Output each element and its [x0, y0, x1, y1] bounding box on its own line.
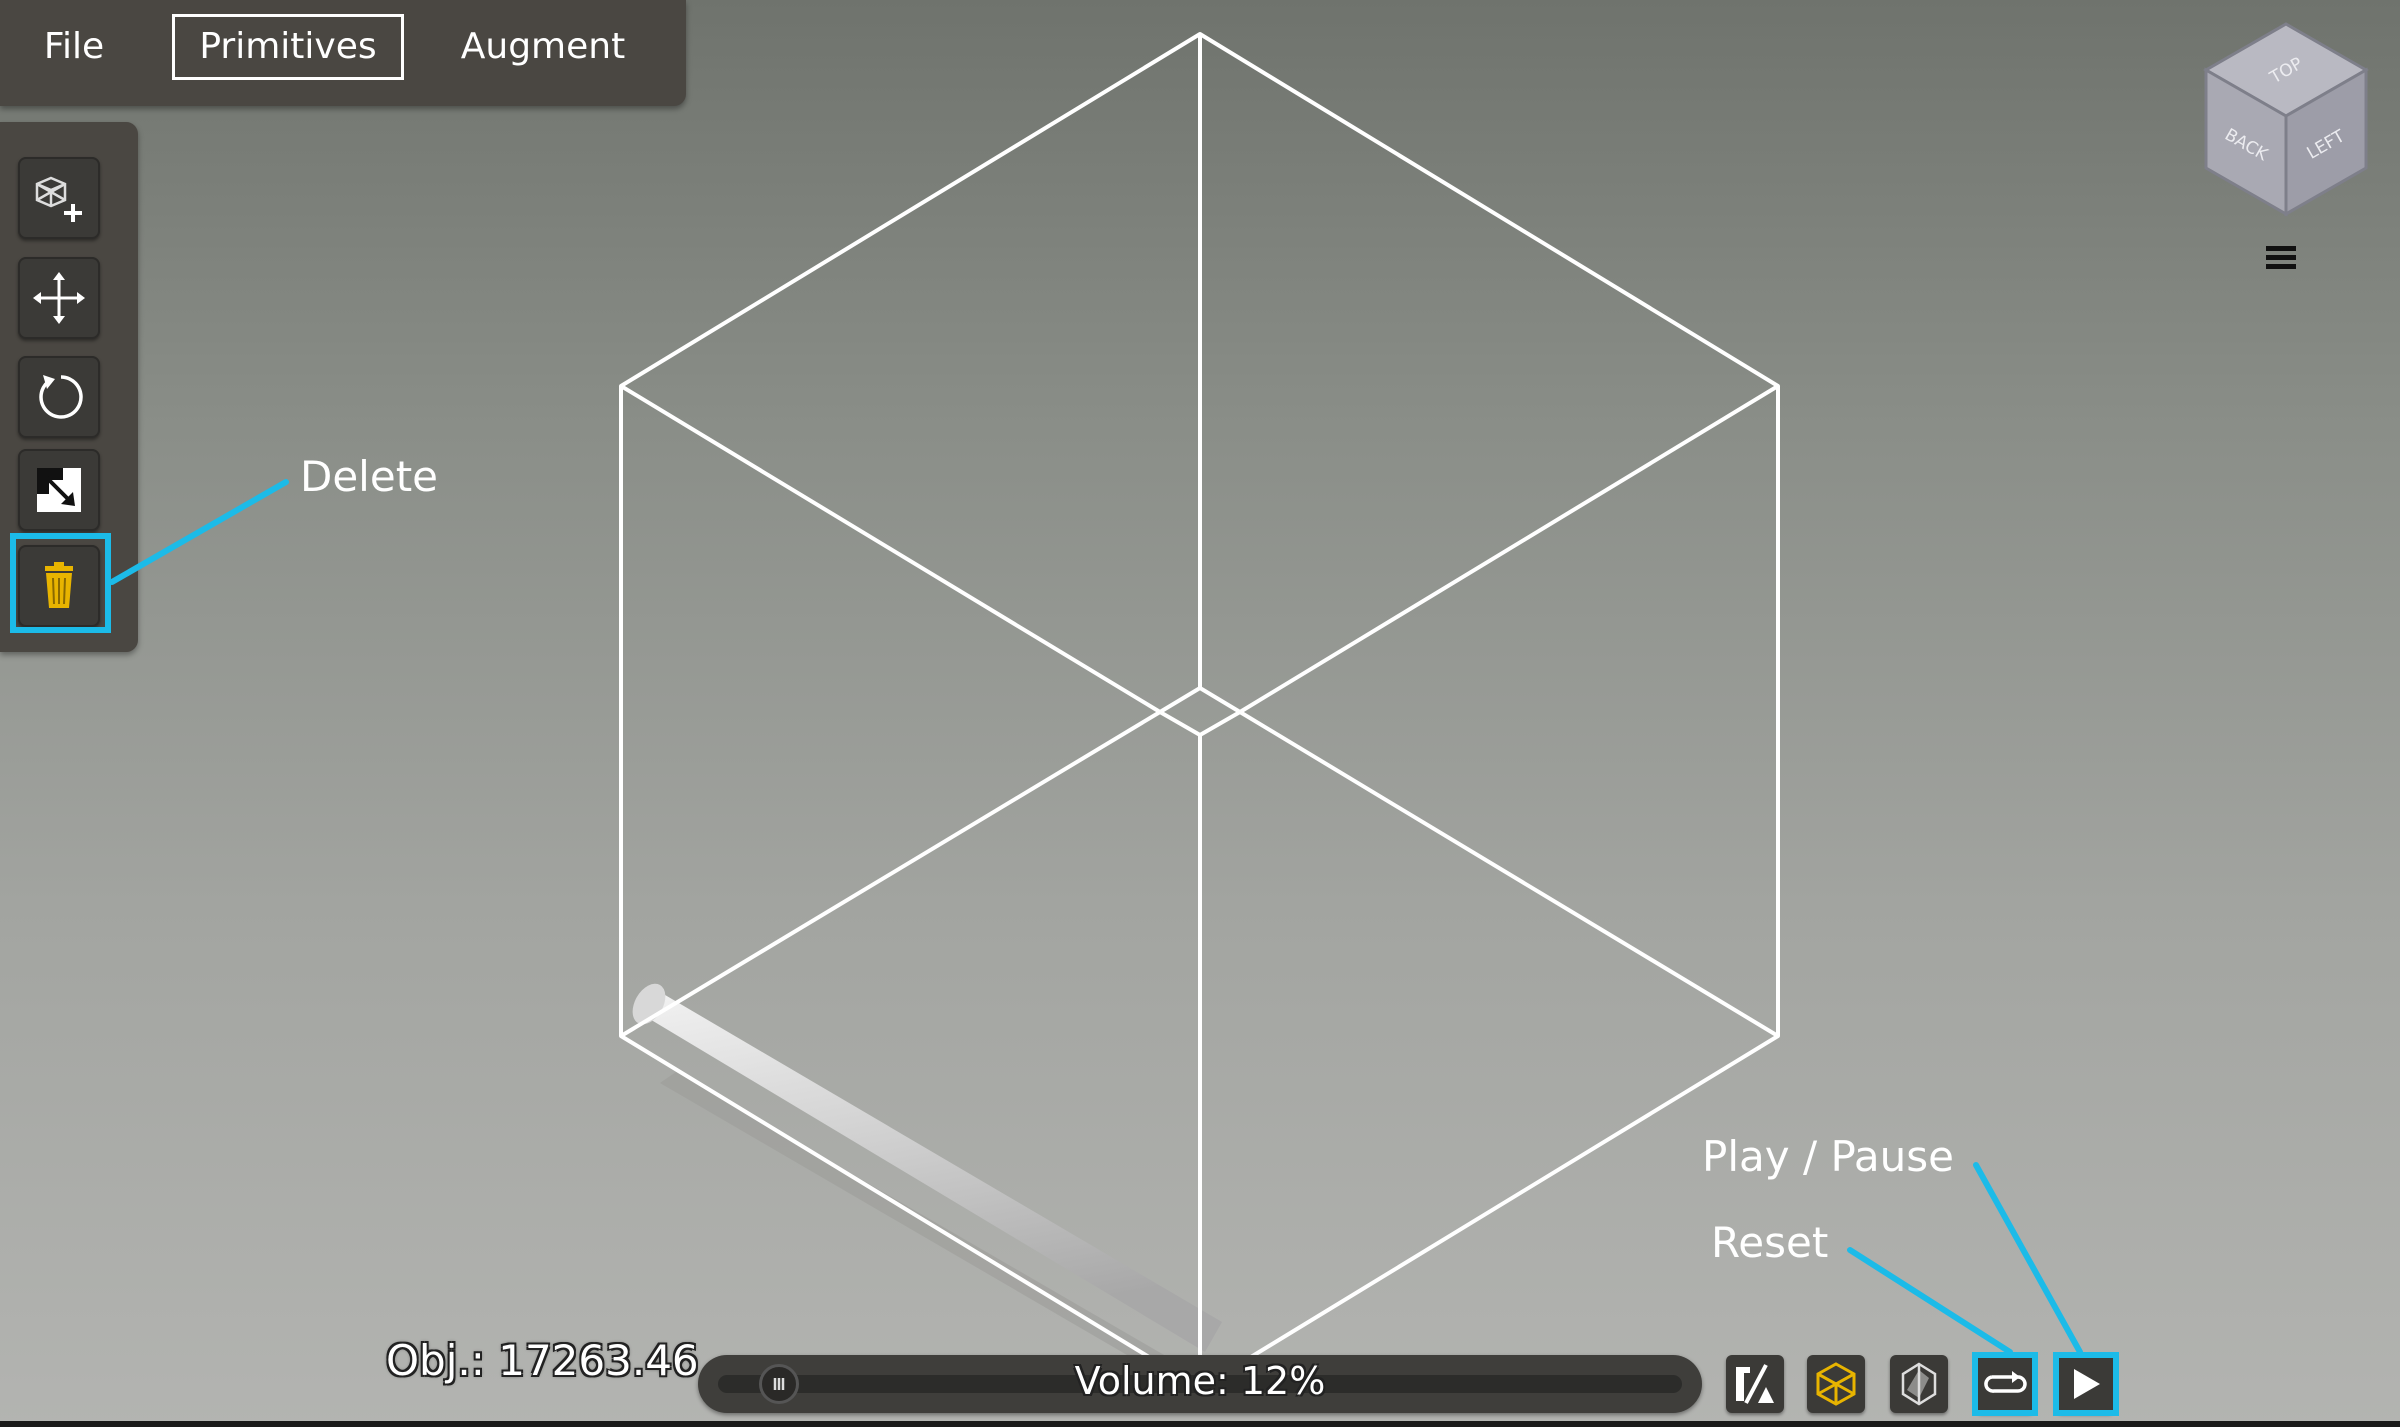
add-primitive-button[interactable] [18, 157, 100, 239]
wireframe-cube-button[interactable] [1807, 1355, 1865, 1413]
cylinder-object[interactable] [626, 978, 1222, 1352]
navigation-cube[interactable]: TOP BACK LEFT [2190, 20, 2382, 220]
volume-slider[interactable]: Volume: 12% [698, 1355, 1702, 1413]
menu-file[interactable]: File [18, 14, 130, 80]
rotate-icon [39, 375, 83, 419]
scale-icon [37, 468, 81, 512]
cube-plus-icon [35, 176, 82, 222]
play-icon [2074, 1369, 2100, 1399]
rotate-button[interactable] [18, 356, 100, 438]
bounding-box-wireframe [619, 32, 1780, 1390]
delete-button[interactable] [18, 545, 100, 627]
hamburger-menu-icon[interactable] [2264, 244, 2298, 272]
menu-bar: File Primitives Augment [0, 0, 686, 106]
volume-label: Volume: 12% [1074, 1359, 1326, 1403]
wireframe-cube-icon [1816, 1362, 1856, 1406]
move-arrows-icon [33, 272, 85, 324]
tool-panel [0, 122, 138, 652]
fraction-icon [1736, 1364, 1774, 1404]
play-pause-button[interactable] [2056, 1355, 2114, 1413]
bottom-edge-strip [0, 1421, 2400, 1427]
objective-readout: Obj.: 17263.46 [386, 1336, 699, 1385]
cut-plane-icon [1901, 1362, 1937, 1406]
menu-primitives[interactable]: Primitives [172, 14, 404, 80]
trash-icon [45, 562, 73, 608]
loop-icon [1984, 1371, 2027, 1393]
scale-button[interactable] [18, 449, 100, 531]
fraction-button[interactable] [1726, 1355, 1784, 1413]
cut-plane-button[interactable] [1890, 1355, 1948, 1413]
menu-augment[interactable]: Augment [448, 14, 638, 80]
annotation-play-pause: Play / Pause [1702, 1132, 1954, 1181]
annotation-delete: Delete [300, 452, 438, 501]
move-button[interactable] [18, 257, 100, 339]
reset-button[interactable] [1976, 1355, 2034, 1413]
3d-viewport[interactable] [0, 0, 2400, 1427]
annotation-reset: Reset [1711, 1218, 1829, 1267]
